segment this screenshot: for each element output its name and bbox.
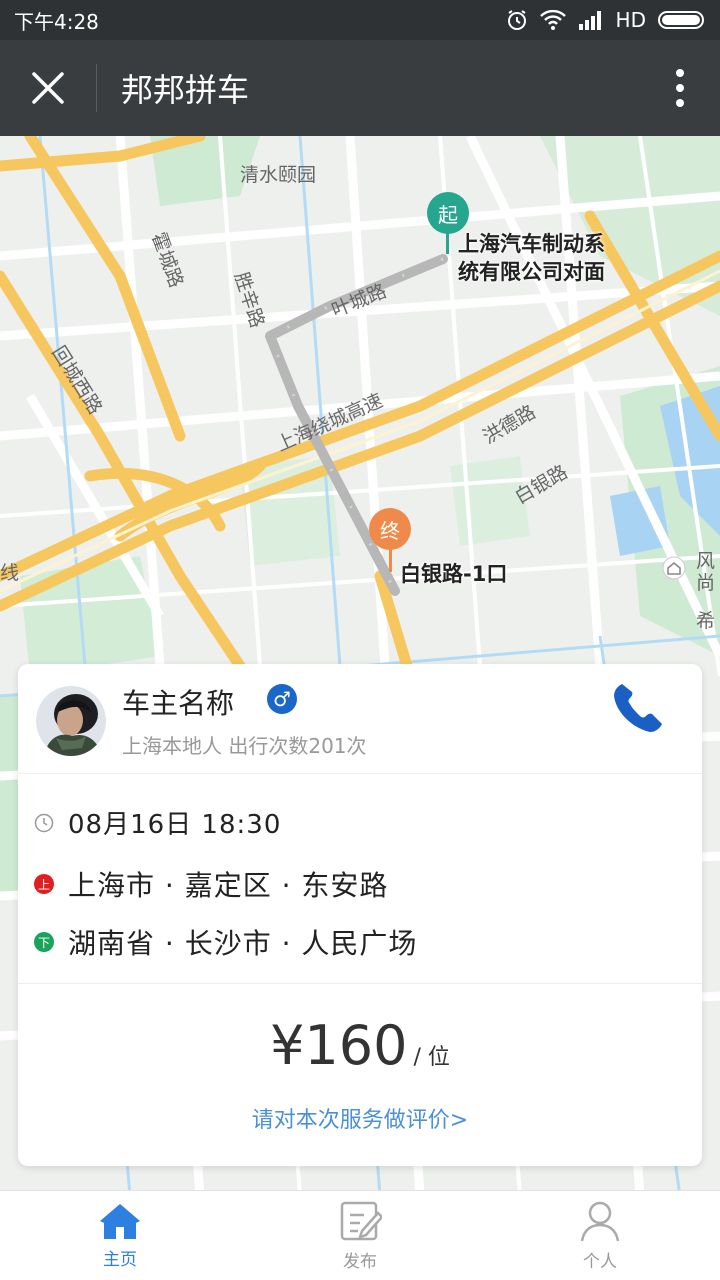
origin-row: 上 上海市 · 嘉定区 · 东安路 (34, 864, 388, 904)
end-location-label: 白银路-1口 (400, 562, 508, 586)
end-pin-tail (389, 548, 392, 572)
title-bar: 邦邦拼车 (0, 40, 720, 136)
start-pin-label: 起 (438, 202, 458, 227)
departure-time-row: 08月16日 18:30 (34, 804, 281, 841)
map-label-park: 清水颐园 (240, 164, 317, 186)
driver-section: 车主名称 ♂ 上海本地人 出行次数201次 (18, 664, 702, 774)
tab-profile[interactable]: 个人 (480, 1191, 720, 1280)
bottom-tab-bar: 主页 发布 个人 (0, 1190, 720, 1280)
departure-time: 08月16日 18:30 (68, 810, 282, 840)
destination-row: 下 湖南省 · 长沙市 · 人民广场 (34, 922, 417, 962)
person-icon (580, 1201, 620, 1242)
start-pin[interactable]: 起 (427, 192, 469, 234)
end-pin[interactable]: 终 (369, 508, 411, 550)
start-location-label: 上海汽车制动系 统有限公司对面 (458, 230, 605, 286)
phone-icon (614, 684, 662, 732)
destination-badge: 下 (34, 932, 54, 952)
edit-icon (340, 1201, 382, 1241)
price: ¥160/ 位 (18, 1014, 702, 1077)
signal-icon (578, 11, 601, 30)
male-icon: ♂ (267, 684, 297, 714)
title-divider (96, 64, 97, 112)
tab-publish-label: 发布 (343, 1252, 377, 1272)
network-type: HD (615, 8, 646, 32)
close-icon (32, 72, 64, 104)
origin-location: 上海市 · 嘉定区 · 东安路 (68, 869, 389, 902)
map-label-edge-left: 线 (0, 562, 20, 584)
price-amount: ¥160 (270, 1014, 408, 1077)
page-title: 邦邦拼车 (121, 71, 250, 109)
start-location-line1: 上海汽车制动系 (458, 232, 605, 256)
status-bar: 下午4:28 HD (0, 0, 720, 40)
call-button[interactable] (608, 678, 668, 738)
wifi-icon (539, 10, 566, 30)
start-location-line2: 统有限公司对面 (458, 260, 605, 284)
start-pin-tail (446, 232, 449, 254)
status-time: 下午4:28 (14, 9, 99, 34)
app-screen: 下午4:28 HD 邦邦拼车 清水颐园 霍城路 回城西路 胜辛路 叶城路 上海绕… (0, 0, 720, 1280)
trip-card: 车主名称 ♂ 上海本地人 出行次数201次 08月16日 18:30 上 上海市… (18, 664, 702, 1166)
home-icon (100, 1204, 140, 1239)
poi-home-icon (662, 556, 686, 580)
origin-badge: 上 (34, 874, 54, 894)
more-button[interactable] (640, 40, 720, 136)
alarm-icon (507, 10, 526, 30)
more-vertical-icon (676, 69, 684, 107)
trip-details: 08月16日 18:30 上 上海市 · 嘉定区 · 东安路 下 湖南省 · 长… (18, 774, 702, 984)
price-unit: / 位 (413, 1045, 450, 1070)
end-pin-label: 终 (380, 518, 400, 543)
price-section: ¥160/ 位 请对本次服务做评价> (18, 984, 702, 1166)
clock-icon (34, 813, 54, 833)
tab-home-label: 主页 (103, 1250, 137, 1270)
destination-location: 湖南省 · 长沙市 · 人民广场 (68, 927, 418, 960)
driver-meta: 上海本地人 出行次数201次 (122, 734, 367, 758)
rate-service-link[interactable]: 请对本次服务做评价> (18, 1102, 702, 1134)
avatar[interactable] (36, 686, 106, 756)
battery-icon (658, 11, 704, 29)
map-label-edge-right-b: 尚 (696, 572, 716, 594)
driver-name: 车主名称 (122, 687, 235, 720)
close-button[interactable] (0, 40, 96, 136)
avatar-image (36, 686, 106, 756)
tab-home[interactable]: 主页 (0, 1191, 240, 1280)
tab-profile-label: 个人 (583, 1252, 617, 1272)
map-label-edge-right-c: 希 (696, 610, 716, 632)
status-icons: HD (506, 8, 706, 32)
tab-publish[interactable]: 发布 (240, 1191, 480, 1280)
